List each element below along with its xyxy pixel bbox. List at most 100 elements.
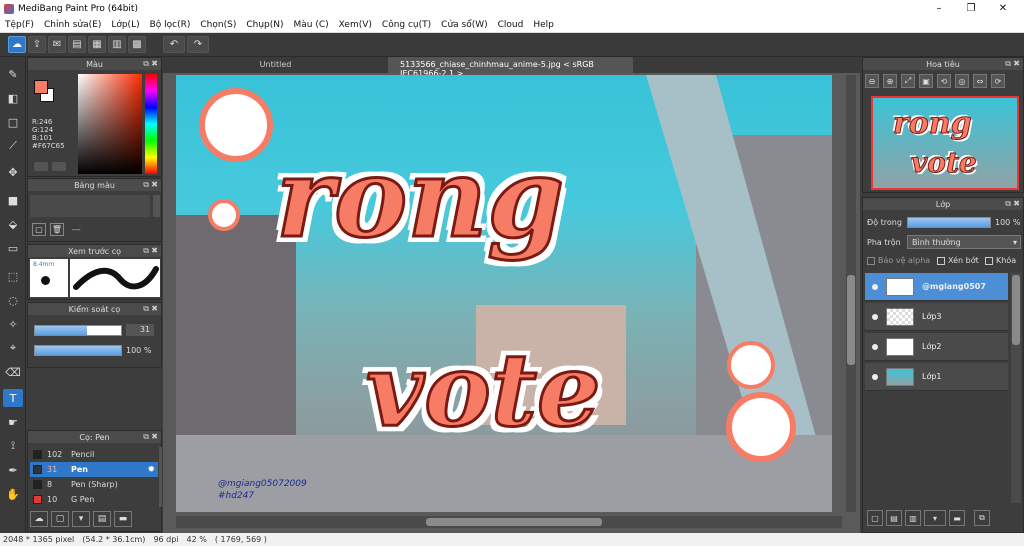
close-button[interactable]: ✕ <box>988 0 1018 17</box>
lasso-tool-icon[interactable]: ◌ <box>3 291 23 309</box>
eyedropper-tool-icon[interactable]: ⟟ <box>3 437 23 455</box>
new-8bit-layer-icon[interactable]: ▥ <box>905 510 921 526</box>
brush-settings-icon[interactable]: ▤ <box>93 511 111 527</box>
menu-snap[interactable]: Chụp(N) <box>241 20 288 30</box>
fill-tool-icon[interactable]: ⬙ <box>3 215 23 233</box>
cloud-brush-icon[interactable]: ☁ <box>30 511 48 527</box>
panel-close-icon[interactable]: ✖ <box>1013 59 1020 68</box>
brush-item-pencil[interactable]: 102 Pencil <box>30 447 158 462</box>
layer-scrollbar[interactable] <box>1011 273 1021 503</box>
protect-alpha-option[interactable]: Bảo vệ alpha <box>867 256 930 265</box>
brush-item-g-pen[interactable]: 10 G Pen <box>30 492 158 507</box>
gradient-tool-icon[interactable]: ▭ <box>3 239 23 257</box>
palette-scrollbar[interactable] <box>153 195 160 217</box>
vertical-scroll-thumb[interactable] <box>847 275 855 365</box>
operation-tool-icon[interactable]: ☛ <box>3 413 23 431</box>
marquee-tool-icon[interactable]: ⬚ <box>3 267 23 285</box>
settings-gear-icon[interactable]: ✹ <box>147 465 155 475</box>
protect-alpha-checkbox[interactable] <box>867 256 875 265</box>
eraser-tool-icon[interactable]: ◧ <box>3 89 23 107</box>
rotate-left-icon[interactable]: ⟲ <box>937 74 951 88</box>
shape-tool-icon[interactable]: ■ <box>3 191 23 209</box>
artwork-canvas[interactable]: rong vote @mgiang05072009 #hd247 <box>176 75 832 512</box>
panel-close-icon[interactable]: ✖ <box>1013 199 1020 208</box>
menu-window[interactable]: Cửa sổ(W) <box>436 20 492 30</box>
layer-scroll-thumb[interactable] <box>1012 275 1020 345</box>
undock-icon[interactable]: ⧉ <box>143 246 149 256</box>
select-eraser-icon[interactable]: ⌫ <box>3 363 23 381</box>
brush-item-pen-sharp[interactable]: 8 Pen (Sharp) <box>30 477 158 492</box>
lock-option[interactable]: Khóa <box>985 256 1016 265</box>
folder-icon[interactable]: ▬ <box>949 510 965 526</box>
actual-size-icon[interactable]: ▣ <box>919 74 933 88</box>
menu-cloud[interactable]: Cloud <box>493 20 529 30</box>
undo-icon[interactable]: ↶ <box>163 36 185 53</box>
share-icon[interactable]: ⇪ <box>28 36 46 53</box>
maximize-button[interactable]: ❐ <box>956 0 986 17</box>
zoom-out-icon[interactable]: ⊖ <box>865 74 879 88</box>
menu-select[interactable]: Chọn(S) <box>195 20 241 30</box>
material-icon[interactable]: ▤ <box>68 36 86 53</box>
tab-document[interactable]: 5133566_chiase_chinhmau_anime-5.jpg < sR… <box>388 57 633 78</box>
saturation-value-picker[interactable] <box>78 74 142 174</box>
redo-icon[interactable]: ↷ <box>187 36 209 53</box>
undock-icon[interactable]: ⧉ <box>1005 59 1011 69</box>
panel-close-icon[interactable]: ✖ <box>151 432 158 441</box>
undock-icon[interactable]: ⧉ <box>143 59 149 69</box>
flip-icon[interactable]: ⇔ <box>973 74 987 88</box>
color-swap-button[interactable] <box>52 162 66 171</box>
rotate-right-icon[interactable]: ⟳ <box>991 74 1005 88</box>
lock-checkbox[interactable] <box>985 256 993 265</box>
tab-untitled[interactable]: Untitled <box>163 57 388 73</box>
duplicate-layer-icon[interactable]: ⧉ <box>974 510 990 526</box>
menu-filter[interactable]: Bộ lọc(R) <box>145 20 196 30</box>
panel-icon[interactable]: ▥ <box>108 36 126 53</box>
add-brush-icon[interactable]: ▾ <box>72 511 90 527</box>
brush-item-pen[interactable]: 31 Pen ✹ <box>30 462 158 477</box>
zoom-in-icon[interactable]: ⊕ <box>883 74 897 88</box>
new-brush-icon[interactable]: ▢ <box>51 511 69 527</box>
panel-close-icon[interactable]: ✖ <box>151 59 158 68</box>
navigator-thumbnail[interactable]: rong vote <box>871 96 1019 190</box>
rectangle-tool-icon[interactable]: □ <box>3 113 23 131</box>
hand-tool-icon[interactable]: ✋ <box>3 485 23 503</box>
magic-wand-icon[interactable]: ✧ <box>3 315 23 333</box>
clipping-option[interactable]: Xén bớt <box>937 256 979 265</box>
panel-close-icon[interactable]: ✖ <box>151 304 158 313</box>
panel-close-icon[interactable]: ✖ <box>151 246 158 255</box>
minimize-button[interactable]: – <box>924 0 954 17</box>
comment-icon[interactable]: ✉ <box>48 36 66 53</box>
fit-icon[interactable]: ⤢ <box>901 74 915 88</box>
visibility-icon[interactable] <box>872 343 878 350</box>
undock-icon[interactable]: ⧉ <box>143 180 149 190</box>
cloud-icon[interactable]: ☁ <box>8 36 26 53</box>
new-palette-icon[interactable]: ▢ <box>32 223 46 236</box>
layer-item-lop1[interactable]: Lớp1 <box>865 363 1008 391</box>
layer-item-mgiang[interactable]: @mgiang0507 <box>865 273 1008 301</box>
add-layer-menu-icon[interactable]: ▾ <box>924 510 946 526</box>
horizontal-scrollbar[interactable] <box>176 516 842 528</box>
text-tool-icon[interactable]: T <box>3 389 23 407</box>
rotate-reset-icon[interactable]: ◎ <box>955 74 969 88</box>
visibility-icon[interactable] <box>872 373 878 380</box>
menu-color[interactable]: Màu (C) <box>289 20 334 30</box>
new-layer-icon[interactable]: ▢ <box>867 510 883 526</box>
menu-view[interactable]: Xem(V) <box>334 20 377 30</box>
panel-close-icon[interactable]: ✖ <box>151 180 158 189</box>
brush-tool-icon[interactable]: ✎ <box>3 65 23 83</box>
brush-opacity-slider[interactable] <box>34 345 122 356</box>
grid-icon[interactable]: ▩ <box>128 36 146 53</box>
select-pen-icon[interactable]: ⌖ <box>3 339 23 357</box>
menu-file[interactable]: Tệp(F) <box>0 20 39 30</box>
page-icon[interactable]: ▦ <box>88 36 106 53</box>
menu-help[interactable]: Help <box>528 20 559 30</box>
brush-size-value[interactable]: 31 <box>126 324 154 336</box>
delete-palette-icon[interactable]: 🗑 <box>50 223 64 236</box>
color-mode-button[interactable] <box>34 162 48 171</box>
menu-tools[interactable]: Công cụ(T) <box>377 20 436 30</box>
line-tool-icon[interactable]: ⟋ <box>3 137 23 155</box>
brush-size-slider[interactable] <box>34 325 122 336</box>
brush-list-scrollbar[interactable] <box>159 447 162 507</box>
vertical-scrollbar[interactable] <box>846 75 856 512</box>
horizontal-scroll-thumb[interactable] <box>426 518 602 526</box>
